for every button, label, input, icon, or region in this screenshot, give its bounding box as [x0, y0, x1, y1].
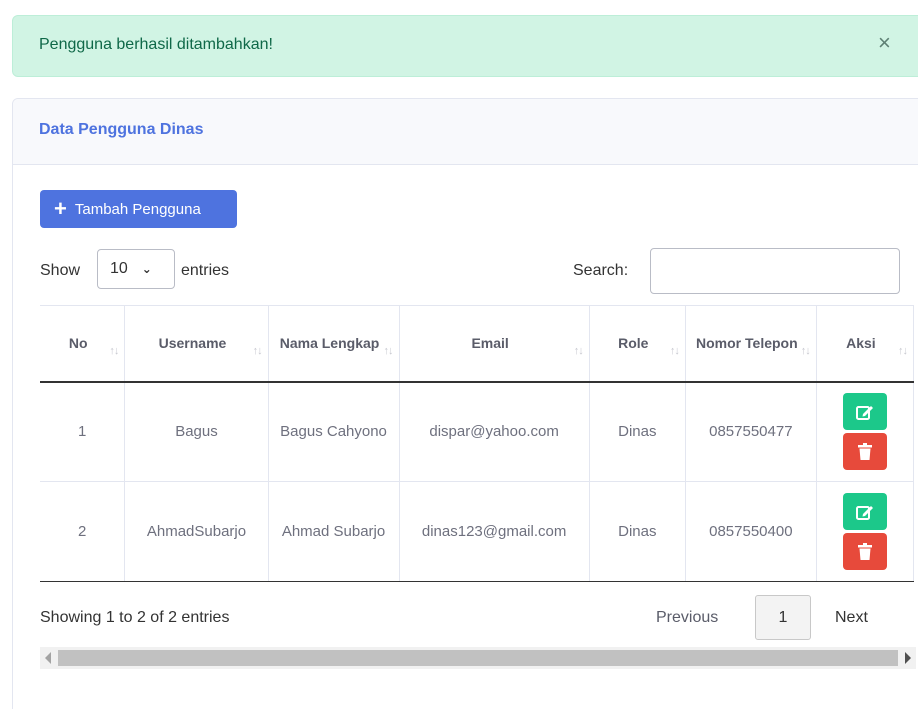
entries-select[interactable]: 10 ⌄ [97, 249, 175, 289]
cell-aksi [815, 381, 915, 482]
sort-icon: ↑↓ [252, 345, 263, 358]
add-user-label: Tambah Pengguna [74, 200, 201, 218]
entries-value: 10 [110, 260, 128, 277]
cell-nomor-telepon: 0857550400 [684, 481, 817, 582]
sort-icon: ↑↓ [800, 345, 811, 358]
edit-button[interactable] [842, 493, 887, 530]
scroll-left-arrow-icon[interactable] [45, 652, 51, 664]
chevron-down-icon: ⌄ [141, 262, 152, 276]
show-label: Show [40, 262, 81, 279]
users-table: No ↑↓ Username ↑↓ Nama Lengkap ↑↓ Email … [40, 305, 915, 582]
cell-role: Dinas [588, 481, 686, 582]
edit-icon [855, 505, 873, 520]
cell-no: 1 [40, 381, 126, 482]
table-header-row: No ↑↓ Username ↑↓ Nama Lengkap ↑↓ Email … [40, 305, 915, 383]
entries-label: entries [181, 262, 230, 279]
cell-nomor-telepon: 0857550477 [684, 381, 817, 482]
cell-role: Dinas [588, 381, 686, 482]
pagination-next[interactable]: Next [835, 609, 868, 627]
sort-icon: ↑↓ [109, 345, 119, 358]
cell-nama-lengkap: Ahmad Subarjo [267, 481, 400, 582]
table-row: 1 Bagus Bagus Cahyono dispar@yahoo.com D… [40, 381, 915, 482]
col-header-email[interactable]: Email ↑↓ [398, 305, 590, 383]
sort-icon: ↑↓ [573, 345, 584, 358]
scrollbar-thumb[interactable] [58, 650, 898, 666]
edit-button[interactable] [842, 393, 887, 431]
success-alert: Pengguna berhasil ditambahkan! × [12, 15, 918, 77]
cell-aksi [815, 481, 915, 582]
col-header-no[interactable]: No ↑↓ [40, 305, 126, 383]
col-header-username[interactable]: Username ↑↓ [124, 305, 269, 383]
users-card: Data Pengguna Dinas + Tambah Pengguna Sh… [12, 98, 918, 709]
col-header-nomor-telepon[interactable]: Nomor Telepon ↑↓ [684, 305, 817, 383]
cell-nama-lengkap: Bagus Cahyono [267, 381, 400, 482]
pagination-previous[interactable]: Previous [656, 609, 718, 627]
search-label: Search: [573, 262, 629, 279]
sort-icon: ↑↓ [898, 345, 908, 358]
col-header-nama-lengkap[interactable]: Nama Lengkap ↑↓ [267, 305, 400, 383]
edit-icon [855, 405, 873, 420]
pagination-page-1[interactable]: 1 [755, 595, 811, 640]
plus-icon: + [54, 196, 67, 221]
scroll-right-arrow-icon[interactable] [905, 652, 911, 664]
cell-username: Bagus [124, 381, 269, 482]
delete-button[interactable] [842, 433, 887, 471]
horizontal-scrollbar[interactable] [40, 647, 916, 669]
cell-email: dinas123@gmail.com [398, 481, 590, 582]
table-info: Showing 1 to 2 of 2 entries [40, 609, 230, 626]
card-title: Data Pengguna Dinas [39, 121, 204, 138]
col-header-aksi[interactable]: Aksi ↑↓ [815, 305, 915, 383]
delete-button[interactable] [842, 533, 887, 570]
alert-message: Pengguna berhasil ditambahkan! [39, 36, 273, 53]
search-input[interactable] [650, 248, 900, 294]
trash-icon [857, 543, 872, 560]
trash-icon [857, 443, 872, 461]
add-user-button[interactable]: + Tambah Pengguna [40, 190, 237, 228]
close-icon[interactable]: × [878, 32, 891, 54]
cell-email: dispar@yahoo.com [398, 381, 590, 482]
cell-no: 2 [40, 481, 126, 582]
col-header-role[interactable]: Role ↑↓ [588, 305, 686, 383]
table-row: 2 AhmadSubarjo Ahmad Subarjo dinas123@gm… [40, 481, 915, 582]
cell-username: AhmadSubarjo [124, 481, 269, 582]
card-header: Data Pengguna Dinas [13, 99, 918, 165]
sort-icon: ↑↓ [669, 345, 680, 358]
sort-icon: ↑↓ [383, 345, 394, 358]
